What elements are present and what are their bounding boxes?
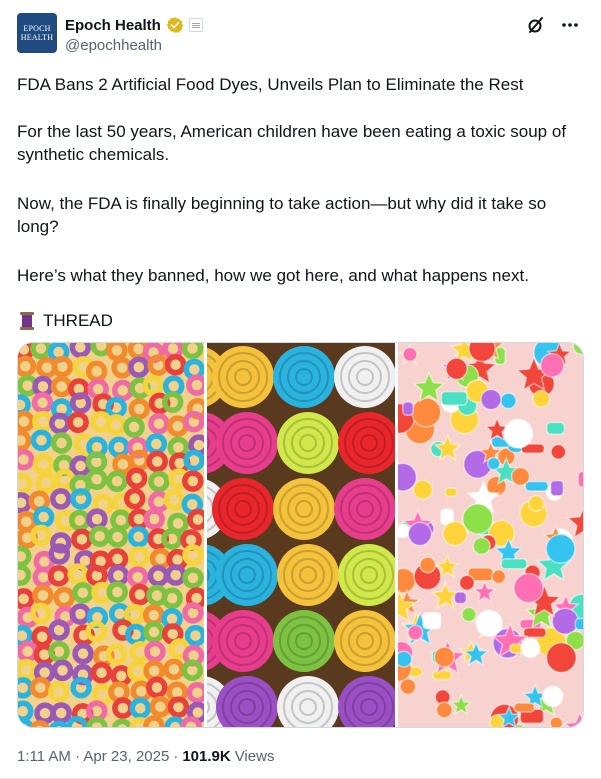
views-label: Views xyxy=(234,748,275,765)
meta-separator: · xyxy=(173,748,179,765)
views-count: 101.9K xyxy=(182,748,231,765)
post-paragraph: For the last 50 years, American children… xyxy=(17,122,567,164)
post-media[interactable] xyxy=(17,342,584,728)
post-paragraph: Here’s what they banned, how we got here… xyxy=(17,266,529,285)
grok-icon[interactable] xyxy=(525,14,547,36)
thread-label: THREAD xyxy=(43,311,113,330)
post-paragraph: Now, the FDA is finally beginning to tak… xyxy=(17,194,547,236)
post-actions-top xyxy=(525,14,581,36)
post-meta: 1:11 AM · Apr 23, 2025 · 101.9K Views xyxy=(17,748,274,765)
cupcakes-image[interactable] xyxy=(207,343,395,727)
post-timestamp[interactable]: 1:11 AM · Apr 23, 2025 xyxy=(17,748,169,765)
avatar-text-line-1: EPOCH xyxy=(23,24,51,33)
avatar-text-line-2: HEALTH xyxy=(20,33,54,42)
post: EPOCH HEALTH Epoch Health @epochhealth F… xyxy=(0,0,601,779)
cereal-image[interactable] xyxy=(18,343,204,727)
post-paragraph: FDA Bans 2 Artificial Food Dyes, Unveils… xyxy=(17,75,524,94)
candy-image[interactable] xyxy=(398,343,583,727)
verified-badge-icon[interactable] xyxy=(166,16,184,34)
author-name-row: Epoch Health xyxy=(65,15,203,35)
avatar[interactable]: EPOCH HEALTH xyxy=(17,13,57,53)
author-handle[interactable]: @epochhealth xyxy=(65,37,162,54)
thread-line: THREAD xyxy=(17,309,113,332)
affiliate-badge-icon[interactable] xyxy=(188,18,203,32)
author-display-name[interactable]: Epoch Health xyxy=(65,17,161,34)
more-icon[interactable] xyxy=(559,14,581,36)
spool-emoji-icon xyxy=(17,311,37,331)
